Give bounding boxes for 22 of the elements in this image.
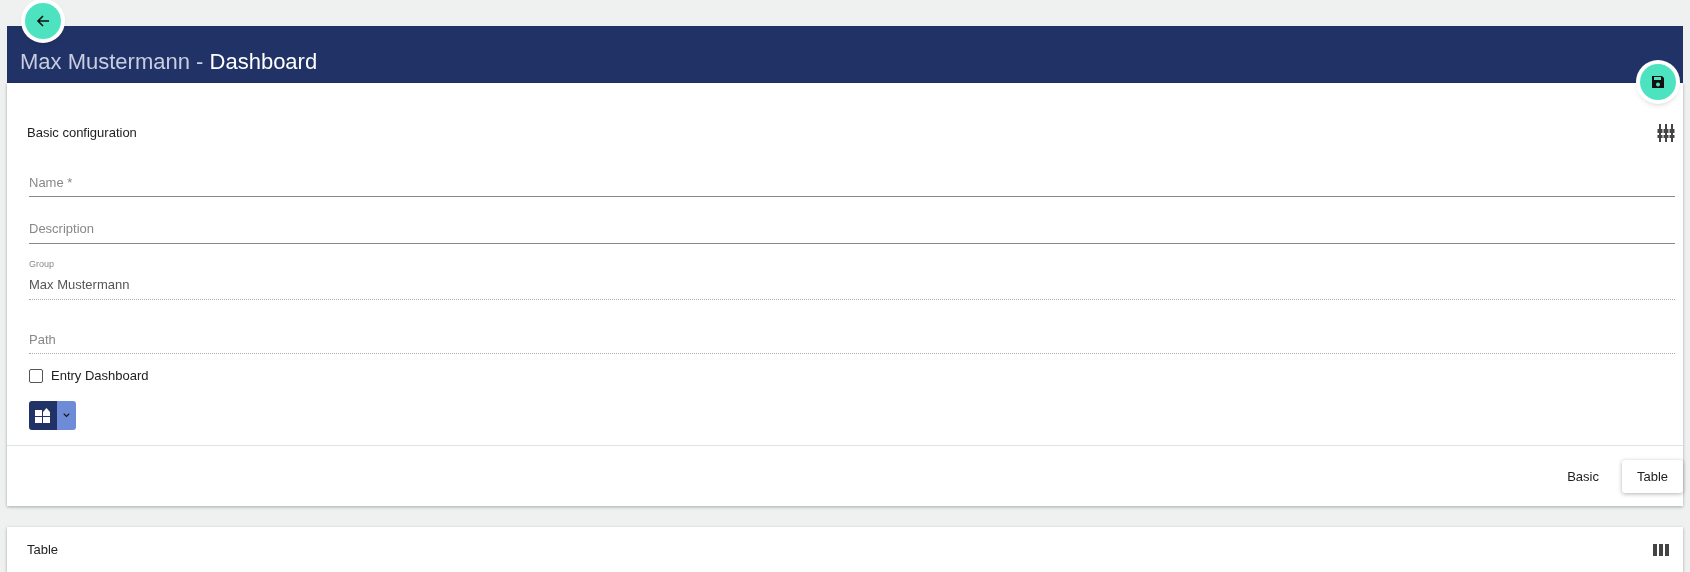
field-label: Group	[29, 257, 55, 271]
back-arrow-icon	[35, 13, 51, 29]
page-title: Max Mustermann - Dashboard	[20, 48, 318, 76]
section-title: Table	[27, 540, 59, 559]
readonly-field[interactable]: Max Mustermann	[29, 271, 1675, 300]
input-field[interactable]: Name *	[29, 168, 1675, 197]
columns-icon	[1653, 543, 1669, 556]
save-button[interactable]	[1640, 64, 1676, 100]
tab[interactable]: Basic	[1552, 459, 1614, 493]
caret-icon	[63, 411, 70, 419]
checkbox-label: Entry Dashboard	[51, 367, 149, 385]
widgets-icon	[35, 407, 51, 423]
widget-add-button[interactable]	[29, 400, 57, 430]
section-title: Basic configuration	[27, 124, 137, 142]
sliders-icon	[1657, 123, 1675, 142]
save-icon	[1651, 75, 1665, 89]
back-button[interactable]	[25, 3, 61, 39]
input-field[interactable]: Description	[29, 215, 1675, 244]
readonly-field[interactable]: Path	[29, 325, 1675, 354]
checkbox[interactable]	[29, 368, 43, 383]
dropdown-toggle[interactable]	[57, 400, 76, 430]
tab[interactable]: Table	[1621, 459, 1683, 493]
